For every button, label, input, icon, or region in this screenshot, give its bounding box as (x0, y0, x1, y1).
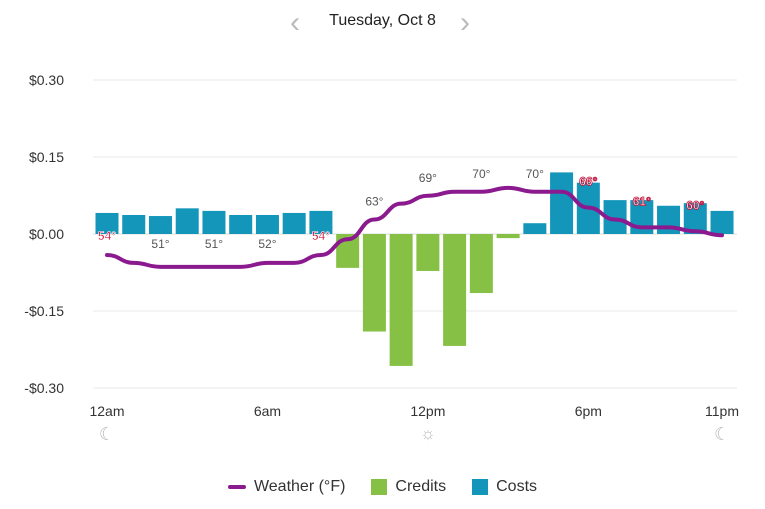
temp-label: 51° (151, 237, 169, 251)
y-tick-label: -$0.15 (24, 303, 64, 319)
costs-swatch (472, 479, 489, 495)
temp-label: 54° (312, 229, 330, 243)
credit-bar (443, 234, 467, 346)
cost-bar (282, 212, 306, 234)
legend: Weather (°F) Credits Costs (0, 478, 765, 496)
credit-bar (496, 234, 520, 239)
cost-bar (550, 172, 574, 234)
legend-label: Costs (496, 478, 538, 495)
cost-bar (229, 215, 253, 234)
x-tick-label: 12am (89, 403, 124, 419)
legend-costs[interactable]: Costs (472, 478, 537, 496)
credits-swatch (371, 479, 388, 495)
temp-label: 70° (472, 167, 490, 181)
legend-label: Weather (°F) (253, 478, 346, 495)
temp-label: 69° (419, 171, 437, 185)
y-tick-label: $0.00 (29, 226, 64, 242)
x-tick-label: 11pm (705, 403, 739, 419)
cost-bar (175, 208, 199, 234)
x-tick-label: 12pm (410, 403, 445, 419)
temp-label: 70° (526, 167, 544, 181)
temp-label: 51° (205, 237, 223, 251)
moon-icon: ☾ (99, 424, 115, 444)
moon-icon: ☾ (714, 424, 730, 444)
legend-label: Credits (395, 478, 447, 495)
y-tick-label: $0.30 (29, 72, 64, 88)
legend-credits[interactable]: Credits (371, 478, 446, 496)
credit-bar (469, 234, 493, 294)
credit-bar (416, 234, 440, 271)
cost-bar (255, 215, 279, 234)
legend-weather[interactable]: Weather (°F) (227, 478, 346, 496)
temp-label: 66° (579, 175, 597, 189)
y-tick-label: -$0.30 (24, 380, 64, 396)
temp-label: 60° (686, 198, 704, 212)
sun-icon: ☼ (420, 424, 436, 443)
y-tick-label: $0.15 (29, 149, 64, 165)
cost-bar (523, 223, 547, 234)
x-tick-label: 6pm (575, 403, 602, 419)
cost-bar (148, 216, 172, 234)
temp-label: 61° (633, 194, 651, 208)
x-tick-label: 6am (254, 403, 281, 419)
credit-bar (389, 234, 413, 366)
cost-bar (202, 210, 226, 234)
weather-line (105, 185, 725, 269)
cost-bar (122, 215, 146, 234)
chart: $0.30 $0.15 $0.00 -$0.15 -$0.30 54° 51° 51° 52° 5… (24, 72, 739, 444)
line-swatch (227, 485, 246, 489)
temp-label: 63° (365, 194, 383, 208)
temp-label: 54° (98, 229, 116, 243)
cost-bar (710, 210, 734, 234)
credit-bar (362, 234, 386, 332)
temp-label: 52° (258, 237, 276, 251)
